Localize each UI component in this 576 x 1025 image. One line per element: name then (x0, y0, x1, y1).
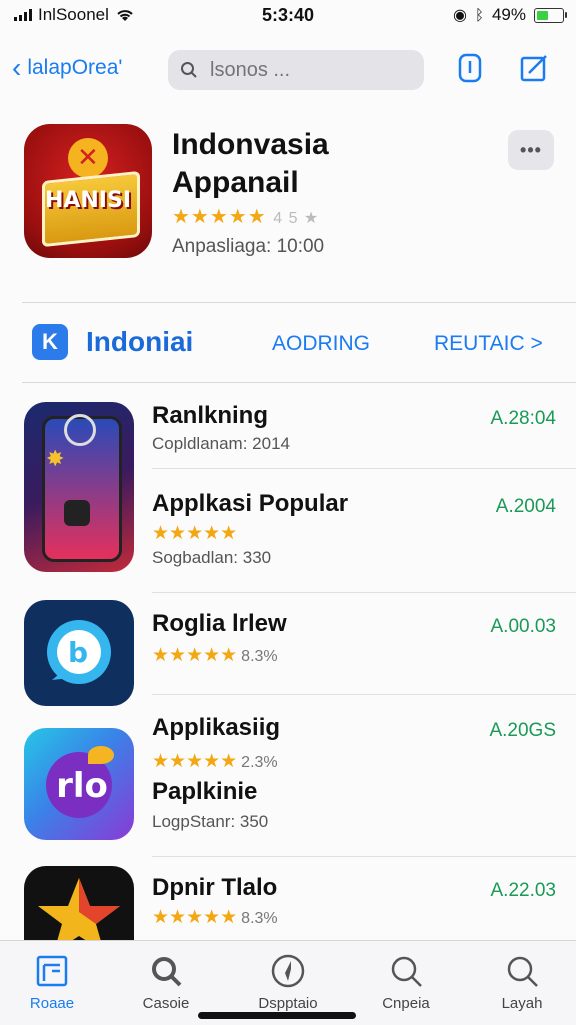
more-button[interactable]: ••• (508, 130, 554, 170)
search-input[interactable] (208, 57, 412, 83)
tab-dspptaio[interactable]: Dspptaio (238, 953, 338, 1012)
tab-cnpeia[interactable]: Cnpeia (356, 953, 456, 1012)
tab-roaae[interactable]: Roaae (2, 953, 102, 1012)
rating-percent: 8.3% (241, 910, 278, 927)
featured-app-meta: Anpasliaga: 10:00 (172, 236, 325, 257)
featured-app-rating: ★★★★★ 4 5 ★ (172, 204, 319, 229)
divider (22, 382, 576, 383)
rating-percent: 2.3% (241, 754, 278, 771)
battery-percent: 49% (491, 5, 526, 24)
status-right: ◉ ᛒ 49% (452, 5, 567, 25)
battery-fill (537, 10, 548, 20)
app-rating: ★★★★★ 2.3% (152, 750, 278, 773)
app-subtitle: Sogbadlan: 330 (152, 548, 272, 567)
tab-aodring[interactable]: AODRING (272, 332, 370, 356)
back-label: lalapOrea' (27, 56, 123, 79)
compose-icon (520, 55, 547, 82)
app-price[interactable]: A.22.03 (491, 880, 557, 902)
app-rating: ★★★★★ 8.3% (152, 644, 278, 667)
featured-app-icon-text: HANISI (44, 188, 132, 213)
tab-casoie[interactable]: Casoie (116, 953, 216, 1012)
app-name: Ranlkning (152, 402, 269, 429)
app-name-secondary: Paplkinie (152, 778, 258, 805)
rating-suffix: 4 5 ★ (273, 210, 320, 227)
featured-app-title: Indonvasia Appanail (172, 126, 329, 202)
tab-label: Roaae (29, 995, 75, 1012)
app-name: Applkasi Popular (152, 490, 349, 517)
tab-label: Dspptaio (258, 995, 318, 1012)
row-separator (152, 468, 576, 469)
list-item[interactable]: Applkasi Popular ★★★★★ Sogbadlan: 330 A.… (0, 488, 576, 588)
share-icon (458, 53, 482, 83)
chevron-left-icon: ‹ (12, 52, 22, 83)
tab-label: Cnpeia (382, 995, 430, 1012)
app-subtitle: LogpStanr: 350 (152, 812, 269, 831)
bluetooth-icon: ᛒ (474, 6, 484, 24)
category-logo-icon: K (32, 324, 68, 360)
share-button[interactable] (452, 50, 488, 86)
rating-stars: ★★★★★ (152, 907, 238, 928)
list-item[interactable]: Ranlkning Copldlanam: 2014 A.28:04 (0, 400, 576, 470)
status-bar: InlSoonel 5:3:40 ◉ ᛒ 49% (0, 0, 576, 32)
search-icon (391, 956, 422, 987)
category-tabs: K Indoniai AODRING REUTAIC > (0, 320, 576, 366)
app-price[interactable]: A.20GS (489, 720, 556, 742)
row-separator (152, 694, 576, 695)
featured-app-icon[interactable]: HANISI (24, 124, 152, 258)
home-indicator[interactable] (198, 1012, 356, 1019)
tab-label: Casoie (142, 995, 190, 1012)
list-item[interactable]: Dpnir Tlalo ★★★★★ 8.3% A.22.03 (0, 872, 576, 940)
list-item[interactable]: Applikasiig ★★★★★ 2.3% Paplkinie LogpStan… (0, 712, 576, 852)
battery-icon (534, 7, 567, 23)
search-field[interactable] (168, 50, 424, 90)
list-item[interactable]: Roglia lrlew ★★★★★ 8.3% A.00.03 (0, 608, 576, 698)
app-name: Roglia lrlew (152, 610, 287, 637)
rating-stars: ★★★★★ (172, 206, 267, 228)
compass-icon (271, 954, 305, 988)
crown-icon (68, 138, 108, 178)
app-rating: ★★★★★ (152, 523, 238, 544)
featured-app-title-line1: Indonvasia (172, 128, 329, 161)
app-name: Applikasiig (152, 714, 281, 741)
compose-button[interactable] (516, 50, 552, 86)
apps-grid-icon (36, 955, 68, 987)
app-price[interactable]: A.28:04 (491, 408, 557, 430)
featured-app-title-line2: Appanail (172, 166, 299, 199)
app-name: Dpnir Tlalo (152, 874, 278, 901)
row-separator (152, 856, 576, 857)
back-button[interactable]: ‹ lalapOrea' (12, 54, 122, 82)
app-subtitle: Copldlanam: 2014 (152, 434, 290, 453)
rating-percent: 8.3% (241, 648, 278, 665)
search-icon (507, 956, 538, 987)
nav-bar: ‹ lalapOrea' (0, 48, 576, 92)
search-icon (181, 62, 197, 78)
tab-indoniai[interactable]: Indoniai (86, 326, 193, 358)
app-price[interactable]: A.00.03 (491, 616, 557, 638)
divider (22, 302, 576, 303)
tab-reutaic[interactable]: REUTAIC > (434, 332, 543, 356)
rating-stars: ★★★★★ (152, 751, 238, 772)
eye-icon: ◉ (452, 7, 467, 24)
app-rating: ★★★★★ 8.3% (152, 906, 278, 929)
app-price[interactable]: A.2004 (496, 496, 556, 518)
search-icon (152, 957, 182, 987)
row-separator (152, 592, 576, 593)
tab-layah[interactable]: Layah (472, 953, 572, 1012)
tab-label: Layah (501, 995, 543, 1012)
rating-stars: ★★★★★ (152, 645, 238, 666)
